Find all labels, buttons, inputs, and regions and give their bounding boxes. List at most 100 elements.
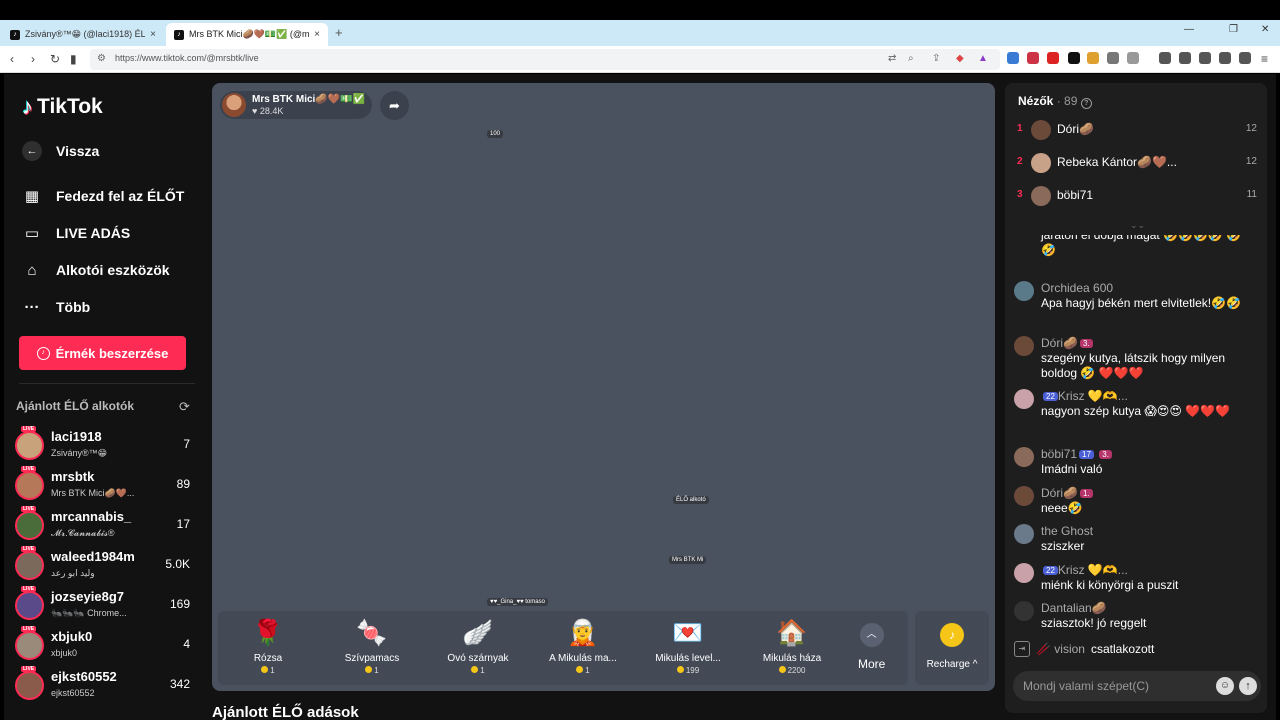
translate-icon[interactable]: ⇄ xyxy=(888,53,896,64)
creator-avatar[interactable] xyxy=(15,671,44,700)
extension-icon[interactable] xyxy=(1127,52,1139,64)
wallet-icon[interactable] xyxy=(1199,52,1211,64)
chat-username[interactable]: Orchidea 600 xyxy=(1041,281,1113,295)
emoji-icon[interactable]: ☺ xyxy=(1216,677,1234,695)
join-user[interactable]: 🥢 vision xyxy=(1036,642,1085,656)
forward-arrow-icon[interactable]: › xyxy=(31,52,35,66)
creator-name[interactable]: laci1918 xyxy=(51,429,102,444)
zoom-icon[interactable]: ⌕ xyxy=(908,53,914,64)
viewer-avatar[interactable] xyxy=(1031,120,1051,140)
top-viewer-row[interactable]: 2 Rebeka Kántor🥔🤎... 12 xyxy=(1017,151,1257,175)
chat-username-row[interactable]: the Ghost xyxy=(1041,524,1093,538)
menu-icon[interactable]: ≡ xyxy=(1261,52,1268,66)
chat-username[interactable]: böbi71 xyxy=(1041,447,1077,461)
creator-row[interactable]: LIVE jozseyie8g7 🐜🐜🐜 Chrome... 169 xyxy=(15,586,195,623)
url-field[interactable]: ⚙ https://www.tiktok.com/@mrsbtk/live ⇄ … xyxy=(90,49,1000,70)
share-page-icon[interactable]: ⇪ xyxy=(932,53,940,64)
new-tab-button[interactable]: + xyxy=(335,25,343,40)
chat-username[interactable]: Dantalian🥔 xyxy=(1041,601,1107,615)
extension-icon[interactable] xyxy=(1027,52,1039,64)
creator-row[interactable]: LIVE xbjuk0 xbjuk0 4 xyxy=(15,626,195,663)
refresh-icon[interactable]: ⟳ xyxy=(179,399,190,415)
creator-name[interactable]: waleed1984m xyxy=(51,549,135,564)
chat-username-row[interactable]: Dóri🥔 1. xyxy=(1041,486,1093,500)
creator-row[interactable]: LIVE mrcannabis_ 𝓜𝓻.𝓒𝓪𝓷𝓷𝓪𝓫𝓲𝓼® 17 xyxy=(15,506,195,543)
chat-username-row[interactable]: 22 Krisz 💛🫶... xyxy=(1041,563,1128,577)
bookmark-icon[interactable]: ▮ xyxy=(70,52,77,66)
more-gifts-button[interactable]: ︿ More xyxy=(858,623,885,671)
chat-avatar[interactable] xyxy=(1014,447,1034,467)
chat-username[interactable]: Dóri🥔 xyxy=(1041,336,1078,350)
chat-avatar[interactable] xyxy=(1014,563,1034,583)
nav-more[interactable]: ··· Több xyxy=(22,297,91,317)
creator-row[interactable]: LIVE laci1918 Zsivány®™😁 7 xyxy=(15,426,195,463)
viewer-avatar[interactable] xyxy=(1031,153,1051,173)
leo-icon[interactable] xyxy=(1219,52,1231,64)
extension-icon[interactable] xyxy=(1007,52,1019,64)
gift-item[interactable]: 💌 Mikulás level... 199 xyxy=(638,617,738,675)
gift-item[interactable]: 🪽 Óvó szárnyak 1 xyxy=(428,617,528,675)
creator-name[interactable]: jozseyie8g7 xyxy=(51,589,124,604)
creator-avatar[interactable] xyxy=(15,431,44,460)
extension-icon[interactable] xyxy=(1068,52,1080,64)
reload-icon[interactable]: ↻ xyxy=(50,52,60,66)
brave-shield-icon[interactable]: ◆ xyxy=(956,53,964,64)
gift-item[interactable]: 🍬 Szívpamacs 1 xyxy=(322,617,422,675)
chat-username[interactable]: Krisz 💛🫶... xyxy=(1058,389,1128,403)
viewer-name[interactable]: Rebeka Kántor🥔🤎... xyxy=(1057,155,1177,169)
chat-username-row[interactable]: böbi71 17 3. xyxy=(1041,447,1112,461)
close-tab-icon[interactable]: × xyxy=(150,29,156,40)
creator-name[interactable]: xbjuk0 xyxy=(51,629,92,644)
creator-name[interactable]: ejkst60552 xyxy=(51,669,117,684)
top-viewer-row[interactable]: 1 Dóri🥔 12 xyxy=(1017,118,1257,142)
chevron-down-icon[interactable]: ⌄⌄ xyxy=(1130,220,1145,231)
back-arrow-icon[interactable]: ‹ xyxy=(10,52,14,66)
creator-row[interactable]: LIVE mrsbtk Mrs BTK Mici🥔🤎... 89 xyxy=(15,466,195,503)
nav-explore-live[interactable]: ▦ Fedezd fel az ÉLŐT xyxy=(22,186,184,206)
chat-username[interactable]: Krisz 💛🫶... xyxy=(1058,563,1128,577)
chat-input[interactable] xyxy=(1023,677,1203,695)
chat-input-box[interactable]: ☺ ↑ xyxy=(1013,671,1261,701)
chat-avatar[interactable] xyxy=(1014,336,1034,356)
viewer-avatar[interactable] xyxy=(1031,186,1051,206)
chat-username-row[interactable]: 22 Krisz 💛🫶... xyxy=(1041,389,1128,403)
creator-avatar[interactable] xyxy=(15,511,44,540)
get-coins-button[interactable]: ♪ Érmék beszerzése xyxy=(19,336,186,370)
host-avatar[interactable] xyxy=(222,93,246,117)
creator-avatar[interactable] xyxy=(15,631,44,660)
media-icon[interactable] xyxy=(1159,52,1171,64)
creator-name[interactable]: mrcannabis_ xyxy=(51,509,131,524)
rewards-icon[interactable]: ▲ xyxy=(978,53,988,64)
creator-avatar[interactable] xyxy=(15,591,44,620)
help-icon[interactable]: ? xyxy=(1080,98,1092,109)
chat-username[interactable]: the Ghost xyxy=(1041,524,1093,538)
browser-tab-2[interactable]: ♪ Mrs BTK Mici🥔🤎💵✅ (@m × xyxy=(166,23,328,46)
close-tab-icon[interactable]: × xyxy=(314,29,320,40)
top-viewer-row[interactable]: 3 böbi71 11 xyxy=(1017,184,1257,208)
chat-username-row[interactable]: Orchidea 600 xyxy=(1041,281,1113,295)
send-icon[interactable]: ↑ xyxy=(1239,677,1257,695)
sidebar-toggle-icon[interactable] xyxy=(1179,52,1191,64)
minimize-icon[interactable]: — xyxy=(1184,24,1194,35)
puzzle-icon[interactable] xyxy=(1107,52,1119,64)
gift-item[interactable]: 🏠 Mikulás háza 2200 xyxy=(742,617,842,675)
viewer-name[interactable]: Dóri🥔 xyxy=(1057,122,1094,136)
gift-item[interactable]: 🌹 Rózsa 1 xyxy=(218,617,318,675)
chat-avatar[interactable] xyxy=(1014,601,1034,621)
creator-name[interactable]: mrsbtk xyxy=(51,469,94,484)
gift-item[interactable]: 🧝 A Mikulás ma... 1 xyxy=(533,617,633,675)
vpn-icon[interactable] xyxy=(1239,52,1251,64)
chat-avatar[interactable] xyxy=(1014,524,1034,544)
browser-tab-1[interactable]: ♪ Zsivány®™😁 (@laci1918) ÉLŐ · × xyxy=(2,23,164,46)
chat-username[interactable]: Dóri🥔 xyxy=(1041,486,1078,500)
share-button[interactable]: ➦ xyxy=(380,91,409,120)
host-info[interactable]: Mrs BTK Mici🥔🤎💵✅ ♥ 28.4K xyxy=(220,91,372,119)
viewer-name[interactable]: böbi71 xyxy=(1057,188,1093,202)
creator-row[interactable]: LIVE ejkst60552 ejkst60552 342 xyxy=(15,666,195,703)
tiktok-logo[interactable]: ♪ TikTok xyxy=(22,94,103,120)
extension-icon[interactable] xyxy=(1087,52,1099,64)
nav-creator-tools[interactable]: ⌂ Alkotói eszközök xyxy=(22,260,169,280)
chat-avatar[interactable] xyxy=(1014,281,1034,301)
chat-username-row[interactable]: Dantalian🥔 xyxy=(1041,601,1107,615)
site-info-icon[interactable]: ⚙ xyxy=(97,53,106,64)
